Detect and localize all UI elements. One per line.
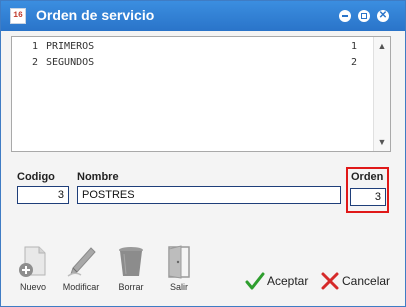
salir-button[interactable]: Salir (157, 245, 201, 297)
borrar-label: Borrar (118, 282, 144, 292)
modificar-button[interactable]: Modificar (59, 245, 103, 297)
list-item-index: 1 (32, 41, 39, 52)
list-item[interactable]: 1 PRIMEROS 1 (12, 39, 372, 55)
list-item-index: 2 (32, 57, 39, 68)
trash-icon (119, 247, 143, 276)
salir-label: Salir (169, 282, 188, 292)
calendar-app-icon: 16 (10, 8, 26, 24)
exit-door-icon (168, 245, 190, 279)
maximize-icon[interactable] (358, 10, 370, 22)
nuevo-button[interactable]: Nuevo (11, 245, 55, 297)
cancel-x-icon (321, 272, 339, 290)
close-icon[interactable]: ✕ (377, 10, 389, 22)
nombre-field[interactable]: POSTRES (77, 186, 341, 204)
modificar-label: Modificar (62, 282, 100, 292)
borrar-button[interactable]: Borrar (109, 245, 153, 297)
scroll-down-icon[interactable]: ▼ (374, 135, 390, 149)
list-item[interactable]: 2 SEGUNDOS 2 (12, 55, 372, 71)
minimize-icon[interactable] (339, 10, 351, 22)
list-item-order: 2 (350, 57, 357, 68)
vertical-scrollbar[interactable]: ▲ ▼ (373, 37, 390, 151)
check-icon (245, 272, 265, 290)
list-item-order: 1 (350, 41, 357, 52)
orden-highlight-box (346, 167, 389, 213)
list-item-name: SEGUNDOS (46, 57, 95, 68)
title-bar[interactable]: 16 Orden de servicio ✕ (1, 1, 405, 31)
pencil-icon (67, 247, 96, 277)
aceptar-label: Aceptar (267, 274, 309, 288)
window-title: Orden de servicio (36, 7, 155, 23)
codigo-field[interactable]: 3 (17, 186, 69, 204)
nombre-label: Nombre (77, 171, 119, 183)
services-list[interactable]: 1 PRIMEROS 1 2 SEGUNDOS 2 ▲ ▼ (11, 36, 391, 152)
scroll-up-icon[interactable]: ▲ (374, 39, 390, 53)
list-item-name: PRIMEROS (46, 41, 95, 52)
cancelar-label: Cancelar (342, 274, 391, 288)
codigo-label: Codigo (17, 171, 55, 183)
nuevo-label: Nuevo (19, 282, 46, 292)
orden-de-servicio-window: 16 Orden de servicio ✕ 1 PRIMEROS 1 2 SE… (0, 0, 406, 307)
new-document-icon (19, 246, 46, 277)
